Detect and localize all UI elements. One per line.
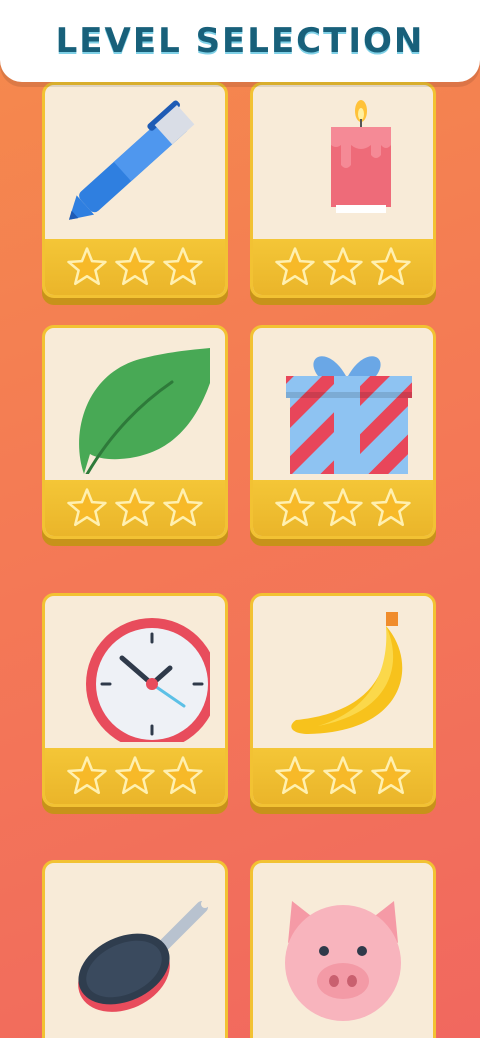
- star-icon: [163, 756, 203, 795]
- star-icon: [67, 756, 107, 795]
- clock-icon: [86, 618, 210, 742]
- level-card-pen[interactable]: [42, 82, 228, 298]
- star-rating: [45, 748, 225, 804]
- star-icon: [371, 247, 411, 286]
- star-icon: [323, 247, 363, 286]
- star-icon: [371, 756, 411, 795]
- star-icon: [163, 247, 203, 286]
- level-card-leaf[interactable]: [42, 325, 228, 539]
- level-art: [253, 328, 433, 480]
- star-icon: [163, 488, 203, 527]
- star-icon: [115, 756, 155, 795]
- star-rating: [253, 239, 433, 295]
- star-icon: [115, 247, 155, 286]
- level-card-pig[interactable]: [250, 860, 436, 1038]
- page-title: LEVEL SELECTION: [55, 21, 425, 61]
- level-art: [253, 85, 433, 241]
- star-icon: [115, 488, 155, 527]
- star-icon: [275, 247, 315, 286]
- star-icon: [323, 756, 363, 795]
- level-card-candle[interactable]: [250, 82, 436, 298]
- level-card-frying-pan[interactable]: [42, 860, 228, 1038]
- leaf-icon: [79, 347, 210, 474]
- level-grid: [0, 0, 480, 1038]
- star-icon: [275, 488, 315, 527]
- star-icon: [371, 488, 411, 527]
- level-card-banana[interactable]: [250, 593, 436, 807]
- star-rating: [45, 480, 225, 536]
- level-art: [45, 873, 225, 1025]
- level-art: [45, 596, 225, 748]
- level-card-clock[interactable]: [42, 593, 228, 807]
- level-art: [45, 85, 225, 241]
- level-art: [253, 596, 433, 748]
- pen-icon: [69, 100, 195, 220]
- candle-icon: [331, 100, 391, 213]
- gift-icon: [286, 356, 412, 474]
- star-rating: [253, 748, 433, 804]
- banana-icon: [291, 612, 403, 734]
- star-icon: [323, 488, 363, 527]
- star-rating: [253, 480, 433, 536]
- frying-pan-icon: [78, 900, 209, 1012]
- level-card-gift[interactable]: [250, 325, 436, 539]
- header-bar: LEVEL SELECTION: [0, 0, 480, 82]
- pig-icon: [285, 901, 401, 1021]
- star-icon: [275, 756, 315, 795]
- star-icon: [67, 247, 107, 286]
- star-rating: [45, 239, 225, 295]
- level-art: [253, 877, 433, 1029]
- level-art: [45, 328, 225, 480]
- star-icon: [67, 488, 107, 527]
